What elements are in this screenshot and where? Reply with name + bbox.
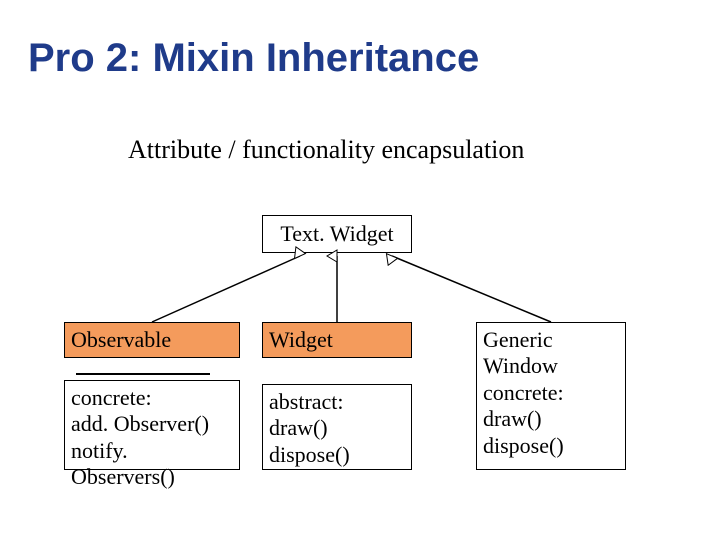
- observable-divider: [76, 373, 210, 375]
- page-subtitle: Attribute / functionality encapsulation: [128, 135, 524, 165]
- page-title: Pro 2: Mixin Inheritance: [28, 36, 479, 81]
- node-generic-window: GenericWindowconcrete:draw()dispose(): [476, 322, 626, 470]
- node-observable-methods: concrete:add. Observer()notify. Observer…: [64, 380, 240, 470]
- node-textwidget: Text. Widget: [262, 215, 412, 253]
- node-widget-header: Widget: [262, 322, 412, 358]
- node-observable-header: Observable: [64, 322, 240, 358]
- node-widget-methods: abstract:draw()dispose(): [262, 384, 412, 470]
